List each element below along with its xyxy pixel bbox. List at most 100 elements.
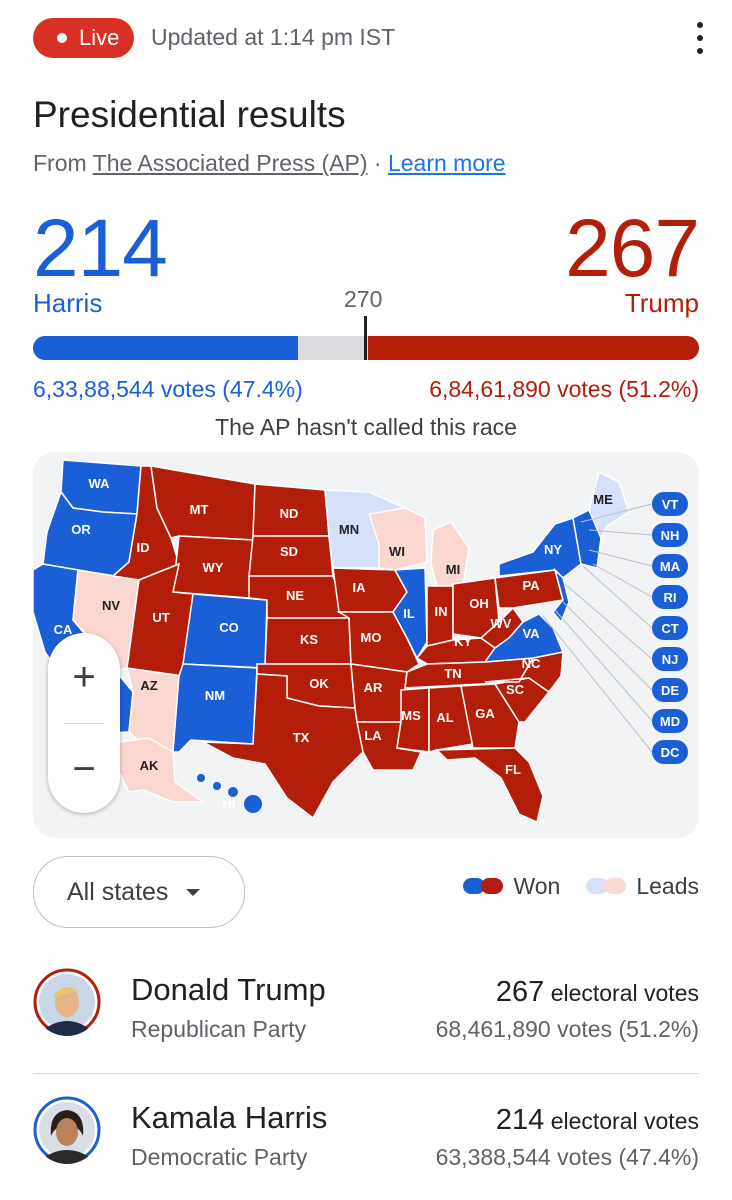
candidate-electoral-votes: 267 electoral votes xyxy=(496,976,699,1009)
source-link[interactable]: The Associated Press (AP) xyxy=(93,150,368,176)
state-label-FL: FL xyxy=(505,762,521,777)
trump-label: Trump xyxy=(624,288,699,318)
updated-timestamp: Updated at 1:14 pm IST xyxy=(151,24,396,50)
badge-MA[interactable]: MA xyxy=(652,554,688,578)
state-label-OK: OK xyxy=(309,676,329,691)
learn-more-link[interactable]: Learn more xyxy=(388,150,506,176)
badge-label-DE: DE xyxy=(661,683,679,698)
badge-label-MA: MA xyxy=(660,559,681,574)
legend-won-label: Won xyxy=(513,872,561,899)
state-label-ID: ID xyxy=(137,540,150,555)
state-label-VA: VA xyxy=(522,626,540,641)
state-NY[interactable] xyxy=(498,517,582,579)
source-prefix: From xyxy=(33,150,87,176)
state-label-HI: HI xyxy=(223,796,236,811)
candidate-popular-votes: 68,461,890 votes (51.2%) xyxy=(435,1016,699,1042)
state-label-MI: MI xyxy=(446,562,460,577)
candidate-party: Democratic Party xyxy=(131,1144,308,1170)
badge-NH[interactable]: NH xyxy=(652,523,688,547)
zoom-divider xyxy=(64,723,104,724)
page-title: Presidential results xyxy=(33,94,346,135)
state-label-KS: KS xyxy=(300,632,318,647)
results-map[interactable]: WA OR CA NV AZ AK HI MT ID WY UT CO NM ND SD NE KS OK TX MN… xyxy=(33,452,699,838)
state-label-WV: WV xyxy=(491,616,512,631)
candidate-name: Donald Trump xyxy=(131,972,326,1007)
candidate-row[interactable]: Donald Trump Republican Party 267 electo… xyxy=(33,968,699,1068)
harris-electoral-count: 214 xyxy=(33,203,168,294)
legend-leads-label: Leads xyxy=(636,872,699,899)
state-label-IN: IN xyxy=(435,604,448,619)
source-line: From The Associated Press (AP) · Learn m… xyxy=(33,150,506,177)
live-label: Live xyxy=(79,25,120,50)
trump-bar-fill xyxy=(368,336,699,360)
badge-DE[interactable]: DE xyxy=(652,678,688,702)
state-label-WI: WI xyxy=(389,544,405,559)
state-label-AK: AK xyxy=(140,758,159,773)
race-status: The AP hasn't called this race xyxy=(215,414,517,440)
state-label-NV: NV xyxy=(102,598,120,613)
state-label-NC: NC xyxy=(522,656,541,671)
harris-bar-fill xyxy=(33,336,299,360)
leader-line-MD xyxy=(554,609,653,722)
live-badge: Live xyxy=(33,18,134,58)
electoral-vote-suffix: electoral votes xyxy=(550,980,699,1006)
badge-MD[interactable]: MD xyxy=(652,709,688,733)
us-map-svg[interactable]: WAORCANVAZAKHIMTIDWYUTCONMNDSDNEKSOKTXMN… xyxy=(33,452,699,838)
live-dot-icon xyxy=(57,33,67,43)
state-label-IA: IA xyxy=(353,580,367,595)
harris-avatar xyxy=(33,1096,101,1164)
state-AK[interactable] xyxy=(118,737,206,803)
badge-label-NJ: NJ xyxy=(662,652,679,667)
filter-label: All states xyxy=(67,877,169,906)
state-label-AZ: AZ xyxy=(140,678,157,693)
state-label-MS: MS xyxy=(401,708,421,723)
badge-label-VT: VT xyxy=(662,497,679,512)
candidate-name: Kamala Harris xyxy=(131,1100,328,1135)
badge-label-DC: DC xyxy=(661,745,680,760)
state-label-NM: NM xyxy=(205,688,225,703)
trump-popular-votes: 6,84,61,890 votes (51.2%) xyxy=(429,376,699,402)
badge-VT[interactable]: VT xyxy=(652,492,688,516)
dropdown-caret-icon xyxy=(186,888,201,896)
state-label-TN: TN xyxy=(444,666,461,681)
badge-RI[interactable]: RI xyxy=(652,585,688,609)
badge-CT[interactable]: CT xyxy=(652,616,688,640)
state-label-LA: LA xyxy=(364,728,382,743)
state-FL[interactable] xyxy=(435,747,544,824)
state-label-ME: ME xyxy=(593,492,613,507)
harris-popular-votes: 6,33,88,544 votes (47.4%) xyxy=(33,376,303,402)
state-label-KY: KY xyxy=(454,634,472,649)
state-label-MN: MN xyxy=(339,522,359,537)
badge-label-NH: NH xyxy=(661,528,680,543)
more-options-icon[interactable] xyxy=(692,22,708,54)
state-label-SC: SC xyxy=(506,682,525,697)
trump-electoral-count: 267 xyxy=(565,203,700,294)
state-label-WY: WY xyxy=(203,560,224,575)
state-NM[interactable] xyxy=(172,663,258,753)
map-legend: Won Leads xyxy=(463,872,699,900)
candidate-electoral-votes: 214 electoral votes xyxy=(496,1104,699,1137)
badge-label-MD: MD xyxy=(660,714,680,729)
electoral-vote-count: 267 xyxy=(495,976,545,1008)
badge-label-RI: RI xyxy=(664,590,677,605)
state-IA[interactable] xyxy=(332,567,408,613)
state-label-CO: CO xyxy=(219,620,239,635)
state-label-IL: IL xyxy=(403,606,415,621)
trump-avatar xyxy=(33,968,101,1036)
zoom-out-button[interactable]: − xyxy=(48,725,120,813)
source-separator: · xyxy=(373,150,382,176)
zoom-in-button[interactable]: + xyxy=(48,633,120,721)
state-label-TX: TX xyxy=(293,730,310,745)
state-label-AL: AL xyxy=(436,710,453,725)
small-state-badges[interactable]: VT NH MA RI CT NJ DE MD DC xyxy=(652,492,688,764)
threshold-label: 270 xyxy=(344,286,383,312)
row-divider xyxy=(33,1073,699,1074)
candidate-row[interactable]: Kamala Harris Democratic Party 214 elect… xyxy=(33,1096,699,1196)
threshold-marker xyxy=(364,316,367,360)
state-label-NY: NY xyxy=(544,542,562,557)
states-filter-dropdown[interactable]: All states xyxy=(33,856,245,928)
badge-NJ[interactable]: NJ xyxy=(652,647,688,671)
badge-DC[interactable]: DC xyxy=(652,740,688,764)
top-bar: Live Updated at 1:14 pm IST xyxy=(33,18,708,58)
state-label-AR: AR xyxy=(364,680,383,695)
